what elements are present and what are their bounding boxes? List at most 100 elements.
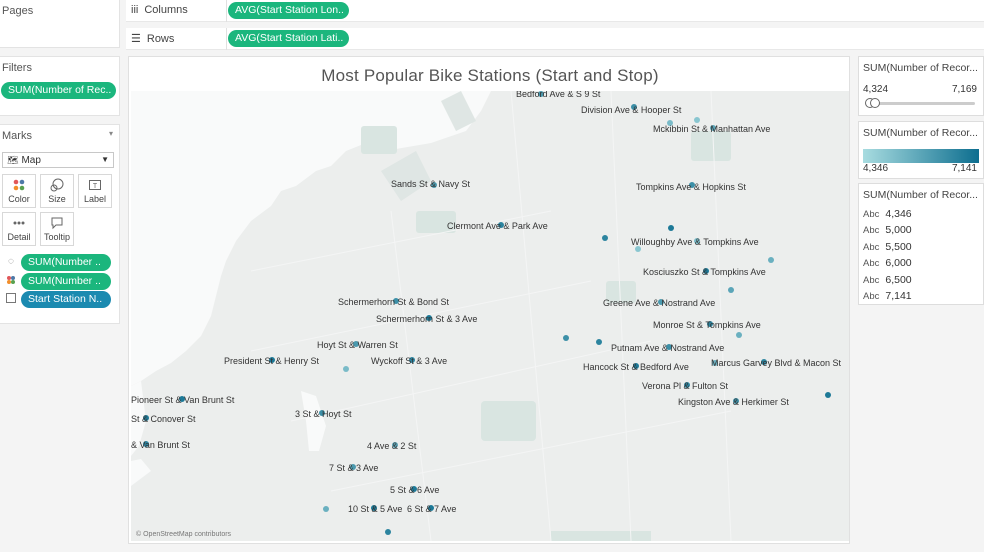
size-legend-item: Abc 5,000 — [859, 222, 983, 238]
size-button[interactable]: Size — [40, 174, 74, 208]
tooltip-label: Tooltip — [43, 232, 70, 242]
abc-marker: Abc — [863, 274, 880, 286]
map-view: Most Popular Bike Stations (Start and St… — [128, 56, 850, 544]
color-button[interactable]: Color — [2, 174, 36, 208]
size-value: 6,000 — [885, 257, 912, 270]
color-icon — [3, 178, 35, 194]
label-field-pill[interactable]: Start Station N.. — [21, 291, 111, 308]
size-value: 5,500 — [885, 240, 912, 253]
rows-pill[interactable]: AVG(Start Station Lati.. — [228, 30, 349, 47]
station-label: Schermerhorn St & Bond St — [338, 297, 450, 307]
marks-label: Marks — [2, 130, 32, 142]
station-label: Greene Ave & Nostrand Ave — [603, 298, 715, 308]
size-legend-item: Abc 4,346 — [859, 206, 983, 222]
tableau-workspace: Pages Filters SUM(Number of Rec.. Marks … — [0, 0, 984, 552]
view-title: Most Popular Bike Stations (Start and St… — [321, 66, 659, 85]
size-icon — [41, 178, 73, 194]
pages-label: Pages — [2, 5, 34, 17]
label-icon: T — [79, 178, 111, 194]
station-label: Clermont Ave & Park Ave — [447, 221, 548, 231]
station-label: 5 St & 6 Ave — [390, 485, 439, 495]
station-label: & Van Brunt St — [131, 440, 190, 450]
filters-card: Filters SUM(Number of Rec.. — [0, 56, 120, 116]
rows-shelf: ☰ Rows AVG(Start Station Lati.. — [126, 28, 984, 50]
columns-icon: iii — [131, 4, 139, 16]
station-label: Kosciuszko St & Tompkins Ave — [643, 267, 766, 277]
size-legend-item: Abc 6,500 — [859, 272, 983, 288]
detail-icon — [3, 216, 35, 232]
station-label: Mckibbin St & Manhattan Ave — [653, 124, 770, 134]
station-label: 4 Ave & 2 St — [367, 441, 417, 451]
rows-label: ☰ Rows — [131, 32, 174, 45]
shelf-divider — [226, 28, 227, 50]
station-label: Sands St & Navy St — [391, 179, 471, 189]
slider-max-handle[interactable] — [870, 98, 880, 108]
columns-pill[interactable]: AVG(Start Station Lon.. — [228, 2, 349, 19]
detail-button[interactable]: Detail — [2, 212, 36, 246]
station-label: Tompkins Ave & Hopkins St — [636, 182, 746, 192]
filter-max: 7,169 — [951, 84, 977, 95]
columns-label: iii Columns — [131, 4, 188, 16]
station-label: 10 St & 5 Ave — [348, 504, 402, 514]
svg-text:T: T — [93, 183, 98, 190]
size-field-pill[interactable]: SUM(Number .. — [21, 254, 111, 271]
station-label: St & Conover St — [131, 414, 196, 424]
station-marker[interactable] — [736, 332, 742, 338]
size-legend-item: Abc 6,000 — [859, 255, 983, 271]
station-marker[interactable] — [668, 225, 674, 231]
station-label: Division Ave & Hooper St — [581, 105, 682, 115]
station-label: Verona Pl & Fulton St — [642, 381, 729, 391]
label-button[interactable]: T Label — [78, 174, 112, 208]
station-marker[interactable] — [694, 117, 700, 123]
station-marker[interactable] — [323, 506, 329, 512]
station-marker[interactable] — [343, 366, 349, 372]
detail-label: Detail — [7, 232, 31, 242]
map-canvas[interactable]: Bedford Ave & S 9 St Division Ave & Hoope… — [131, 91, 849, 541]
mark-type-value: Map — [21, 155, 41, 166]
marks-menu-icon[interactable]: ▾ — [109, 129, 113, 138]
color-min: 4,346 — [863, 163, 889, 174]
size-value: 5,000 — [885, 224, 912, 237]
tooltip-button[interactable]: Tooltip — [40, 212, 74, 246]
station-label: Bedford Ave & S 9 St — [516, 91, 601, 99]
marks-layer: Bedford Ave & S 9 St Division Ave & Hoope… — [131, 91, 842, 535]
size-value: 4,346 — [885, 208, 912, 220]
station-label: Kingston Ave & Herkimer St — [678, 397, 789, 407]
pages-card: Pages — [0, 0, 120, 48]
station-label: Marcus Garvey Blvd & Macon St — [711, 358, 842, 368]
station-label: 7 St & 3 Ave — [329, 463, 378, 473]
station-marker[interactable] — [385, 529, 391, 535]
station-label: Putnam Ave & Nostrand Ave — [611, 343, 724, 353]
columns-text: Columns — [144, 4, 188, 16]
size-label: Size — [48, 194, 66, 204]
station-marker[interactable] — [563, 335, 569, 341]
size-legend-title: SUM(Number of Recor... — [863, 189, 978, 201]
station-marker[interactable] — [728, 287, 734, 293]
station-marker[interactable] — [596, 339, 602, 345]
station-label: Hoyt St & Warren St — [317, 340, 398, 350]
size-value: 7,141 — [885, 289, 912, 302]
station-label: Pioneer St & Van Brunt St — [131, 395, 235, 405]
mark-type-dropdown[interactable]: 🗺 Map ▼ — [2, 152, 114, 168]
rows-text: Rows — [146, 33, 175, 45]
filter-pill[interactable]: SUM(Number of Rec.. — [1, 82, 116, 99]
columns-shelf: iii Columns AVG(Start Station Lon.. — [126, 0, 984, 22]
color-max: 7,141 — [951, 163, 977, 174]
abc-marker: Abc — [863, 225, 880, 237]
size-icon: ◌ — [8, 256, 14, 267]
color-field-pill[interactable]: SUM(Number .. — [21, 273, 111, 290]
abc-marker: Abc — [863, 258, 880, 270]
chevron-down-icon: ▼ — [101, 155, 109, 164]
range-slider[interactable] — [867, 102, 975, 105]
label-label: Label — [83, 194, 107, 204]
station-marker[interactable] — [602, 235, 608, 241]
size-value: 6,500 — [885, 273, 912, 286]
tooltip-icon — [41, 216, 73, 232]
rows-icon: ☰ — [131, 33, 141, 45]
station-label: 3 St & Hoyt St — [295, 409, 352, 419]
station-label: Wyckoff St & 3 Ave — [371, 356, 447, 366]
station-marker[interactable] — [825, 392, 831, 398]
station-marker[interactable] — [768, 257, 774, 263]
station-label: Schermerhorn St & 3 Ave — [376, 314, 477, 324]
abc-marker: Abc — [863, 241, 880, 253]
